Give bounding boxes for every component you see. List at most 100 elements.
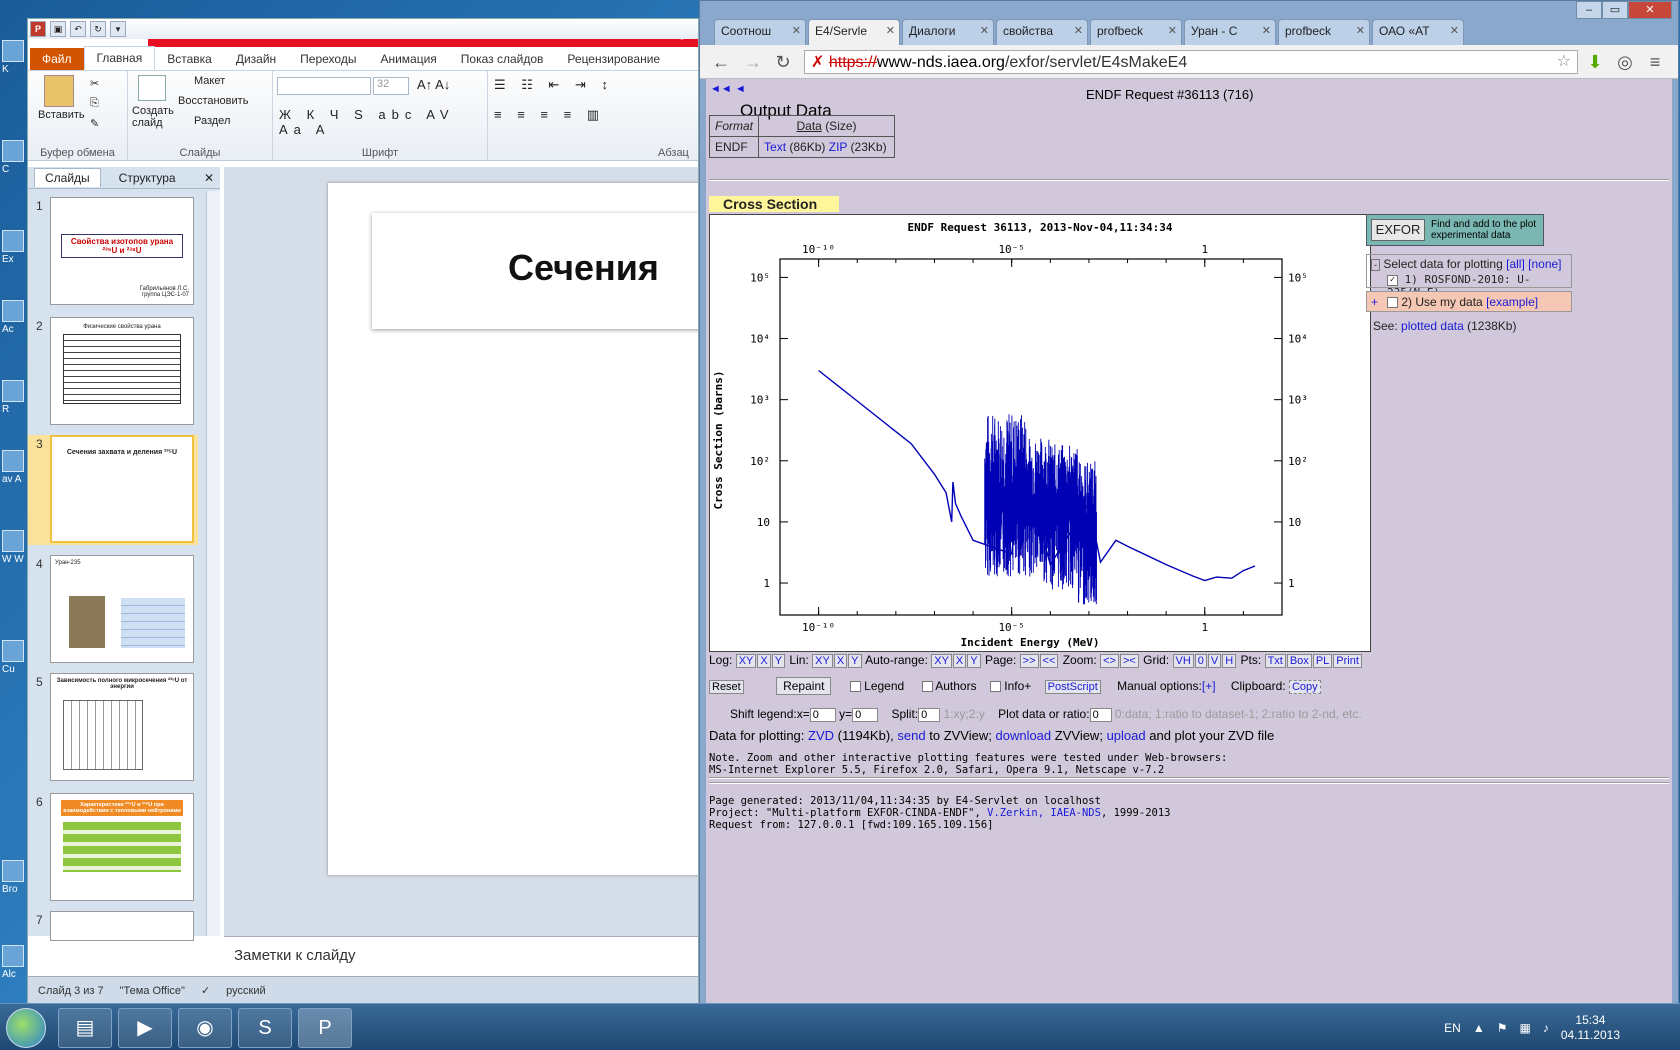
tab-animation[interactable]: Анимация xyxy=(368,48,448,70)
grow-font-icon[interactable]: A↑ A↓ xyxy=(417,77,450,92)
my-data-checkbox[interactable] xyxy=(1387,297,1398,309)
new-slide-icon[interactable] xyxy=(138,75,166,101)
copy-icon[interactable]: ⎘ xyxy=(90,97,99,110)
download-link[interactable]: download xyxy=(995,728,1051,743)
align-icons[interactable]: ≡ ≡ ≡ ≡ ▥ xyxy=(494,107,605,123)
minimize-icon[interactable]: – xyxy=(1576,1,1602,19)
page-next-button[interactable]: >> xyxy=(1019,654,1039,668)
close-tab-icon[interactable]: ✕ xyxy=(886,24,895,37)
close-tab-icon[interactable]: ✕ xyxy=(1450,24,1459,37)
log-x-button[interactable]: X xyxy=(757,654,771,668)
font-name-select[interactable] xyxy=(277,77,371,95)
grid-h-button[interactable]: H xyxy=(1222,654,1237,668)
language-indicator[interactable]: EN xyxy=(1444,1021,1461,1035)
desktop-shortcut[interactable]: av A xyxy=(2,450,28,485)
exfor-button[interactable]: EXFOR xyxy=(1371,219,1425,241)
info-checkbox[interactable] xyxy=(989,681,1001,693)
desktop-shortcut[interactable]: Ex xyxy=(2,230,28,265)
plot-area[interactable]: ENDF Request 36113, 2013-Nov-04,11:34:34… xyxy=(709,214,1371,652)
grid-0-button[interactable]: 0 xyxy=(1194,654,1207,668)
desktop-shortcut[interactable]: K xyxy=(2,40,28,75)
skype-taskbar-icon[interactable]: S xyxy=(238,1008,292,1048)
slide-thumbnail[interactable]: 4 Уран-235 xyxy=(28,555,198,665)
tab-review[interactable]: Рецензирование xyxy=(555,48,672,70)
font-format-icons[interactable]: Ж К Ч S abc AV Aa A xyxy=(279,107,487,137)
download-icon[interactable]: ⬇ xyxy=(1584,51,1606,73)
zip-link[interactable]: ZIP xyxy=(829,140,847,154)
menu-icon[interactable]: ≡ xyxy=(1644,51,1666,73)
close-tab-icon[interactable]: ✕ xyxy=(1356,24,1365,37)
font-size-select[interactable]: 32 xyxy=(373,77,409,95)
tab-outline[interactable]: Структура xyxy=(109,169,186,187)
format-painter-icon[interactable]: ✎ xyxy=(90,117,99,130)
select-none-link[interactable]: [none] xyxy=(1528,257,1561,271)
current-slide[interactable]: Сечения xyxy=(328,183,698,875)
volume-icon[interactable]: ♪ xyxy=(1543,1021,1549,1035)
lin-xy-button[interactable]: XY xyxy=(812,654,833,668)
slide-thumbnail[interactable]: 5 Зависимость полного микросечения ²³⁵U … xyxy=(28,673,198,783)
pts-box-button[interactable]: Box xyxy=(1286,654,1312,668)
extension-icon[interactable]: ◎ xyxy=(1614,51,1636,73)
browser-tab[interactable]: profbeck ✕ xyxy=(1278,19,1370,45)
manual-options-link[interactable]: [+] xyxy=(1202,679,1216,693)
desktop-shortcut[interactable]: R xyxy=(2,380,28,415)
explorer-taskbar-icon[interactable]: ▤ xyxy=(58,1008,112,1048)
plotted-data-link[interactable]: plotted data xyxy=(1401,319,1464,333)
tab-design[interactable]: Дизайн xyxy=(224,48,288,70)
browser-tab[interactable]: ОАО «АТ ✕ xyxy=(1372,19,1464,45)
show-hidden-icons-icon[interactable]: ▲ xyxy=(1473,1021,1485,1035)
clock[interactable]: 15:34 04.11.2013 xyxy=(1561,1013,1620,1043)
customize-icon[interactable]: ▾ xyxy=(110,21,126,37)
restore-button[interactable]: Восстановить xyxy=(178,95,248,107)
paste-button[interactable]: Вставить xyxy=(38,109,85,121)
ratio-input[interactable]: 0 xyxy=(1089,707,1112,722)
browser-tab[interactable]: свойства ✕ xyxy=(996,19,1088,45)
desktop-shortcut[interactable]: Cu xyxy=(2,640,28,675)
zvd-link[interactable]: ZVD xyxy=(808,728,834,743)
dataset-checkbox[interactable]: ✓ xyxy=(1387,274,1398,286)
language-label[interactable]: русский xyxy=(226,985,265,997)
save-icon[interactable]: ▣ xyxy=(50,21,66,37)
grid-vh-button[interactable]: VH xyxy=(1172,654,1194,668)
tab-home[interactable]: Главная xyxy=(83,46,156,70)
split-input[interactable]: 0 xyxy=(918,707,941,722)
authors-checkbox[interactable] xyxy=(921,681,933,693)
log-xy-button[interactable]: XY xyxy=(735,654,757,668)
log-y-button[interactable]: Y xyxy=(771,654,786,668)
upload-link[interactable]: upload xyxy=(1107,728,1146,743)
slide-thumbnail[interactable]: 1 Свойства изотопов урана ²³⁵U и ²³⁸U Га… xyxy=(28,197,198,307)
select-all-link[interactable]: [all] xyxy=(1506,257,1525,271)
browser-tab[interactable]: Диалоги ✕ xyxy=(902,19,994,45)
redo-icon[interactable]: ↻ xyxy=(90,21,106,37)
copy-button[interactable]: Copy xyxy=(1288,680,1321,694)
slide-thumbnail[interactable]: 6 Характеристики ²³⁵U и ²³⁸U при взаимод… xyxy=(28,793,198,903)
cut-icon[interactable]: ✂ xyxy=(90,77,99,90)
shift-x-input[interactable]: 0 xyxy=(809,707,836,722)
expand-icon[interactable]: + xyxy=(1371,292,1378,312)
desktop-shortcut[interactable]: C xyxy=(2,140,28,175)
browser-tab[interactable]: Соотнош ✕ xyxy=(714,19,806,45)
close-tab-icon[interactable]: ✕ xyxy=(980,24,989,37)
close-icon[interactable]: ✕ xyxy=(204,171,214,185)
collapse-icon[interactable]: - xyxy=(1371,259,1380,271)
chrome-taskbar-icon[interactable]: ◉ xyxy=(178,1008,232,1048)
desktop-shortcut[interactable]: Alc xyxy=(2,945,28,980)
pts-pl-button[interactable]: PL xyxy=(1312,654,1333,668)
text-link[interactable]: Text xyxy=(764,140,786,154)
back-icon[interactable]: ← xyxy=(710,51,732,73)
reset-button[interactable]: Reset xyxy=(709,680,744,694)
close-tab-icon[interactable]: ✕ xyxy=(792,24,801,37)
legend-checkbox[interactable] xyxy=(849,681,861,693)
pts-txt-button[interactable]: Txt xyxy=(1264,654,1286,668)
auto-x-button[interactable]: X xyxy=(952,654,967,668)
lin-y-button[interactable]: Y xyxy=(848,654,862,668)
repaint-button[interactable]: Repaint xyxy=(776,677,832,695)
slide-thumbnail[interactable]: 7 xyxy=(28,911,198,941)
tab-insert[interactable]: Вставка xyxy=(155,48,224,70)
maximize-icon[interactable]: ▭ xyxy=(1602,1,1628,19)
desktop-shortcut[interactable]: Ac xyxy=(2,300,28,335)
slide-thumbnail[interactable]: 2 Физические свойства урана xyxy=(28,317,198,427)
bookmark-star-icon[interactable]: ☆ xyxy=(1557,51,1571,71)
slide-title[interactable]: Сечения xyxy=(508,247,659,289)
tab-file[interactable]: Файл xyxy=(30,48,84,70)
